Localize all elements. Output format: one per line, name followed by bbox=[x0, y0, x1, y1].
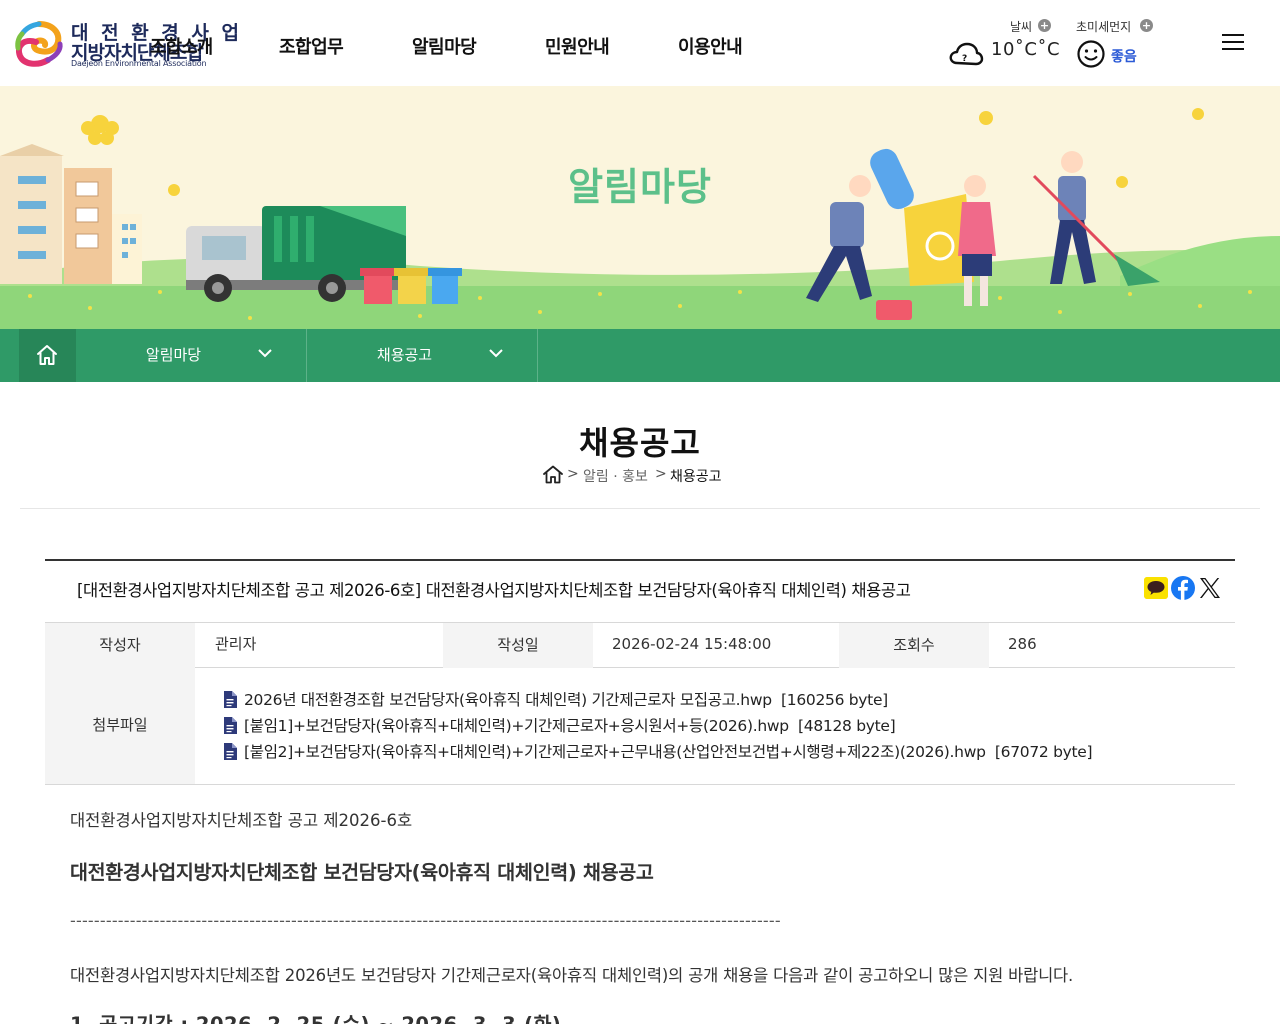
weather-widget: 날씨 + ? 10˚C˚C bbox=[948, 18, 1068, 74]
fine-dust-label: 초미세먼지 bbox=[1076, 20, 1132, 34]
attachment-size: [67072 byte] bbox=[994, 743, 1093, 761]
breadcrumb-separator: > bbox=[655, 466, 667, 482]
author-value: 관리자 bbox=[215, 635, 257, 653]
nav-item-notice[interactable]: 알림마당 bbox=[412, 33, 477, 59]
post-body-heading: 대전환경사업지방자치단체조합 보건담당자(육아휴직 대체인력) 채용공고 bbox=[70, 861, 654, 884]
nav-item-about[interactable]: 조합소개 bbox=[150, 33, 213, 59]
logo-text-en: Daejeon Environmental Association bbox=[71, 59, 207, 68]
hero-banner: 알림마당 bbox=[0, 86, 1280, 330]
breadcrumb-item-current: 채용공고 bbox=[670, 469, 722, 485]
file-icon bbox=[224, 717, 237, 734]
category-dropdown[interactable]: 알림마당 bbox=[76, 329, 307, 382]
attachment-size: [48128 byte] bbox=[798, 717, 896, 735]
category-dropdown-label: 알림마당 bbox=[145, 346, 202, 364]
attachment-link[interactable]: 2026년 대전환경조합 보건담당자(육아휴직 대체인력) 기간제근로자 모집공… bbox=[223, 688, 888, 710]
date-value: 2026-02-24 15:48:00 bbox=[612, 635, 772, 653]
views-value: 286 bbox=[1008, 635, 1037, 653]
breadcrumb-separator: > bbox=[567, 466, 579, 482]
weather-label: 날씨 bbox=[1010, 20, 1033, 34]
attachment-name: 2026년 대전환경조합 보건담당자(육아휴직 대체인력) 기간제근로자 모집공… bbox=[244, 691, 772, 709]
post-top-border bbox=[45, 559, 1235, 561]
hamburger-menu-icon[interactable] bbox=[1222, 34, 1246, 54]
svg-text:?: ? bbox=[962, 54, 967, 64]
chevron-down-icon bbox=[489, 349, 503, 358]
attachments-label: 첨부파일 bbox=[45, 668, 195, 784]
post-notice-number: 대전환경사업지방자치단체조합 공고 제2026-6호 bbox=[70, 811, 413, 830]
date-label: 작성일 bbox=[443, 623, 593, 668]
smile-face-icon bbox=[1077, 40, 1105, 68]
home-icon bbox=[37, 345, 57, 365]
facebook-share-icon[interactable] bbox=[1171, 576, 1195, 600]
breadcrumb-item-notice[interactable]: 알림 · 홍보 bbox=[583, 466, 648, 486]
x-share-icon[interactable] bbox=[1199, 577, 1221, 599]
subcategory-dropdown[interactable]: 채용공고 bbox=[307, 329, 538, 382]
attachment-link[interactable]: [붙임1]+보건담당자(육아휴직+대체인력)+기간제근로자+응시원서+등(202… bbox=[223, 714, 896, 736]
fine-dust-status: 좋음 bbox=[1111, 49, 1137, 65]
attachment-name: [붙임2]+보건담당자(육아휴직+대체인력)+기간제근로자+근무내용(산업안전보… bbox=[244, 743, 986, 761]
author-label: 작성자 bbox=[45, 623, 195, 668]
cloud-icon: ? bbox=[949, 42, 984, 66]
weather-more-icon[interactable]: + bbox=[1038, 19, 1051, 32]
attachment-name: [붙임1]+보건담당자(육아휴직+대체인력)+기간제근로자+응시원서+등(202… bbox=[244, 717, 789, 735]
file-icon bbox=[224, 743, 237, 760]
post-title: [대전환경사업지방자치단체조합 공고 제2026-6호] 대전환경사업지방자치단… bbox=[77, 581, 911, 600]
fine-dust-more-icon[interactable]: + bbox=[1140, 19, 1153, 32]
file-icon bbox=[224, 691, 237, 708]
location-navbar: 알림마당 채용공고 bbox=[0, 329, 1280, 382]
share-buttons bbox=[1144, 574, 1224, 602]
page-title: 채용공고 bbox=[579, 424, 701, 462]
subcategory-dropdown-label: 채용공고 bbox=[376, 346, 433, 364]
attachment-link[interactable]: [붙임2]+보건담당자(육아휴직+대체인력)+기간제근로자+근무내용(산업안전보… bbox=[223, 740, 1093, 762]
post-body-separator: ----------------------------------------… bbox=[70, 911, 781, 930]
kakaotalk-share-icon[interactable] bbox=[1144, 577, 1168, 599]
post-body-intro: 대전환경사업지방자치단체조합 2026년도 보건담당자 기간제근로자(육아휴직 … bbox=[70, 966, 1074, 985]
views-label: 조회수 bbox=[839, 623, 989, 668]
breadcrumb-home-icon[interactable] bbox=[543, 465, 563, 484]
banner-title: 알림마당 bbox=[568, 165, 712, 209]
post-body-period: 1. 공고기간 : 2026. 2. 25.(수) ~ 2026. 3. 3.(… bbox=[70, 1008, 561, 1024]
attachment-size: [160256 byte] bbox=[781, 691, 888, 709]
post-meta-table: 작성자 관리자 작성일 2026-02-24 15:48:00 조회수 286 bbox=[45, 622, 1235, 668]
weather-temperature: 10˚C˚C bbox=[991, 39, 1061, 60]
nav-item-business[interactable]: 조합업무 bbox=[279, 33, 344, 59]
logo-mark-icon bbox=[15, 21, 63, 67]
fine-dust-widget: 초미세먼지 + 좋음 bbox=[1076, 18, 1166, 74]
heading-divider bbox=[20, 508, 1260, 509]
site-header: 대 전 환 경 사 업 지방자치단체조합 Daejeon Environment… bbox=[0, 0, 1280, 86]
home-button[interactable] bbox=[19, 329, 76, 382]
nav-item-civil[interactable]: 민원안내 bbox=[545, 33, 610, 59]
chevron-down-icon bbox=[258, 349, 272, 358]
attachments-section: 첨부파일 2026년 대전환경조합 보건담당자(육아휴직 대체인력) 기간제근로… bbox=[45, 668, 1235, 785]
nav-item-guide[interactable]: 이용안내 bbox=[678, 33, 743, 59]
